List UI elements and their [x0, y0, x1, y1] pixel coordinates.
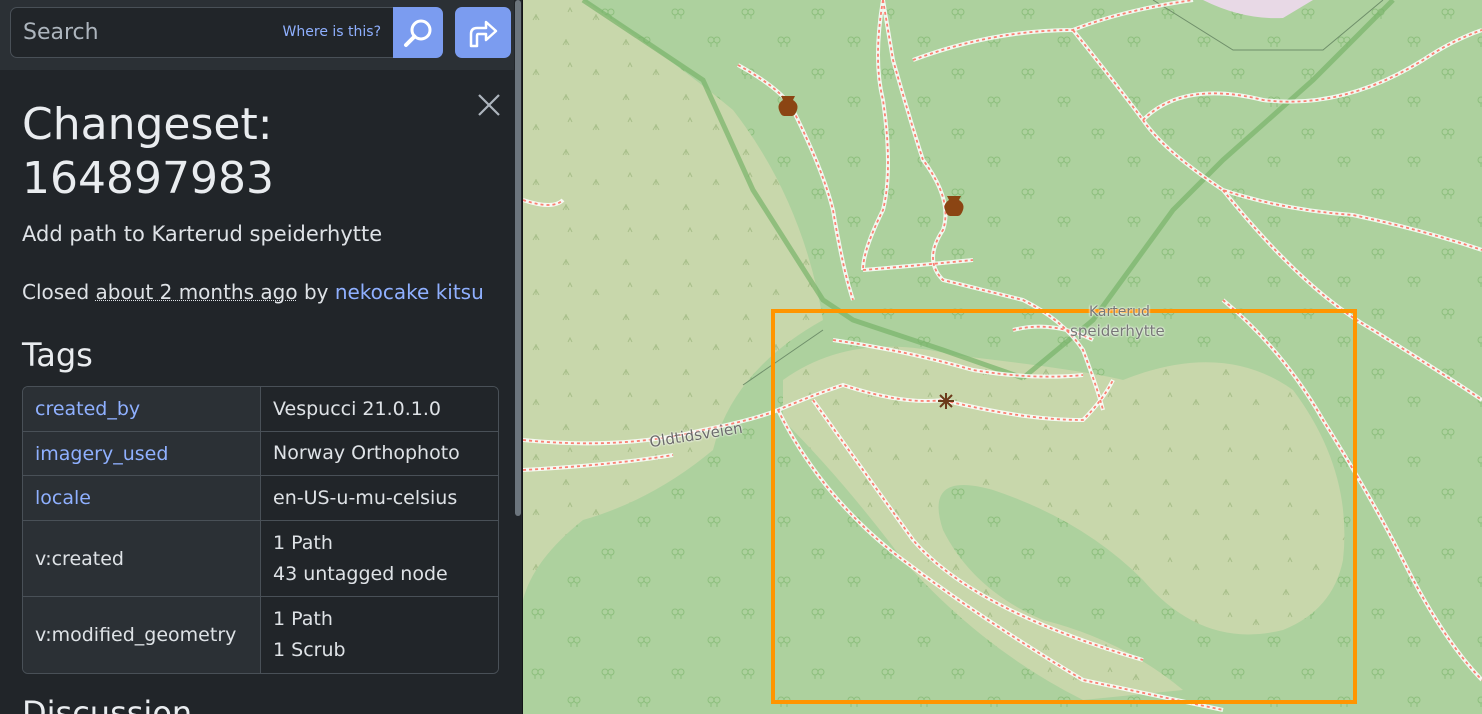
discussion-heading: Discussion — [22, 694, 193, 714]
search-button[interactable] — [393, 7, 443, 58]
changeset-comment: Add path to Karterud speiderhytte — [22, 222, 383, 246]
search-input[interactable] — [23, 8, 283, 57]
tags-table: created_by Vespucci 21.0.1.0 imagery_use… — [22, 386, 499, 674]
close-icon — [478, 94, 500, 116]
tag-value: Norway Orthophoto — [261, 432, 498, 476]
close-button[interactable] — [474, 90, 504, 120]
tag-key-link[interactable]: locale — [23, 476, 261, 521]
asterisk-icon[interactable] — [938, 393, 954, 409]
closed-word: Closed — [22, 280, 90, 304]
tag-value-line: 43 untagged node — [273, 562, 448, 585]
search-bar: Where is this? — [0, 0, 522, 70]
table-row: v:created 1 Path 43 untagged node — [23, 521, 498, 597]
hut-label-line2: speiderhytte — [1070, 322, 1165, 340]
table-row: imagery_used Norway Orthophoto — [23, 432, 498, 476]
table-row: v:modified_geometry 1 Path 1 Scrub — [23, 597, 498, 673]
sidebar: Where is this? Changeset: 164897983 Add … — [0, 0, 523, 714]
page-title: Changeset: 164897983 — [22, 98, 462, 206]
by-word: by — [303, 280, 329, 304]
tag-value: en-US-u-mu-celsius — [261, 476, 498, 521]
tag-key: v:created — [23, 521, 261, 597]
directions-button[interactable] — [455, 7, 511, 58]
title-prefix: Changeset: — [22, 99, 273, 150]
tag-value: Vespucci 21.0.1.0 — [261, 387, 498, 432]
tag-key: v:modified_geometry — [23, 597, 261, 673]
map-canvas[interactable]: Oldtidsveien Karterud speiderhytte — [523, 0, 1482, 714]
directions-icon — [469, 20, 498, 47]
changeset-id: 164897983 — [22, 153, 274, 204]
tag-value-line: 1 Scrub — [273, 639, 346, 661]
closed-time: about 2 months ago — [95, 280, 298, 304]
closed-info: Closed about 2 months ago by nekocake ki… — [22, 280, 484, 304]
tag-key-link[interactable]: imagery_used — [23, 432, 261, 476]
tag-value-line: 1 Path — [273, 608, 333, 630]
tag-key-link[interactable]: created_by — [23, 387, 261, 432]
user-link[interactable]: nekocake kitsu — [335, 280, 484, 304]
tags-heading: Tags — [22, 336, 93, 374]
map-layer — [523, 0, 1482, 714]
hut-label-line1: Karterud — [1089, 304, 1150, 320]
search-icon — [404, 19, 432, 47]
table-row: created_by Vespucci 21.0.1.0 — [23, 387, 498, 432]
tag-value-line: 1 Path — [273, 531, 333, 554]
scrollbar-thumb[interactable] — [515, 0, 521, 516]
table-row: locale en-US-u-mu-celsius — [23, 476, 498, 521]
where-is-this-link[interactable]: Where is this? — [283, 24, 381, 40]
tag-value: 1 Path 1 Scrub — [261, 597, 498, 673]
tag-value: 1 Path 43 untagged node — [261, 521, 498, 597]
search-box: Where is this? — [10, 7, 394, 58]
